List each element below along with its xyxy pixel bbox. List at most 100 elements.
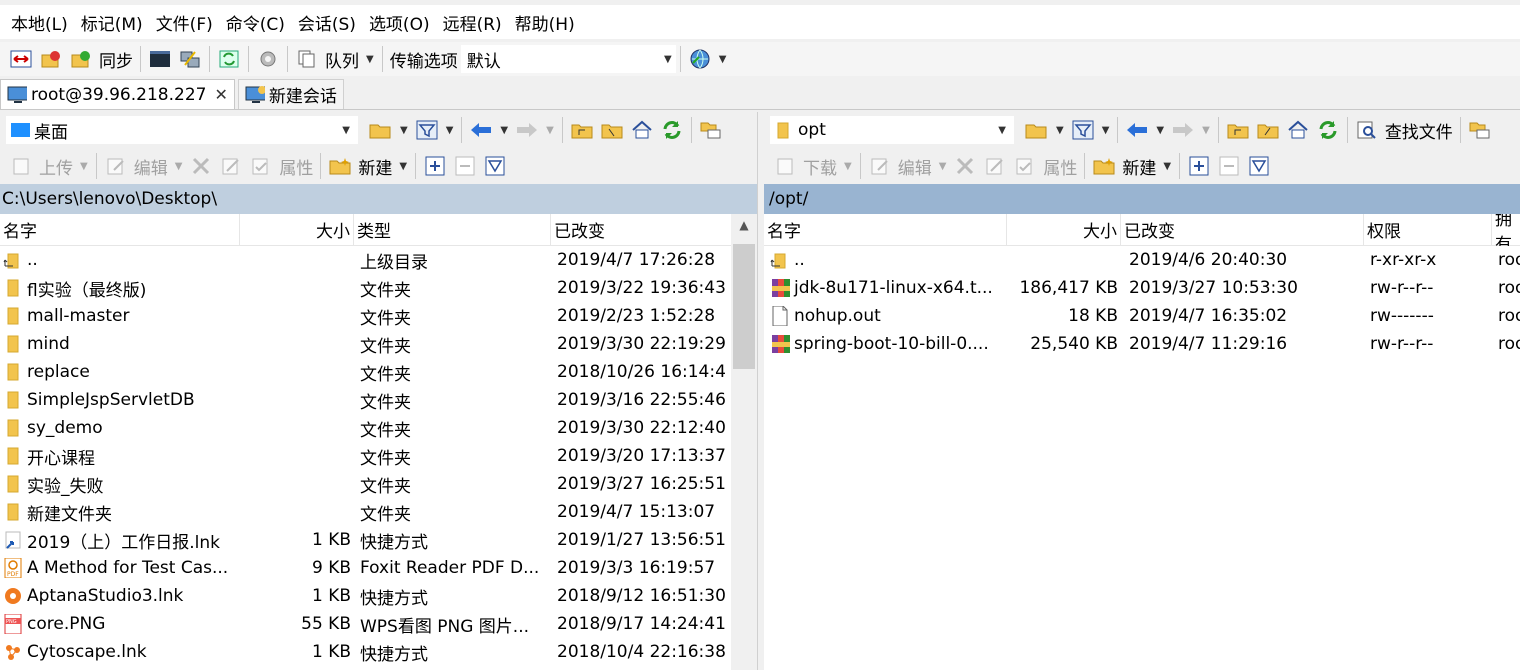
sync-button[interactable]: 同步 xyxy=(99,47,133,72)
tab-session[interactable]: root@39.96.218.227 ✕ xyxy=(0,79,235,109)
chevron-down-icon[interactable]: ▼ xyxy=(719,54,727,65)
menu-mark[interactable]: 标记(M) xyxy=(75,10,150,35)
forward-arrow-icon[interactable] xyxy=(514,118,540,142)
chevron-down-icon[interactable]: ▼ xyxy=(998,125,1006,136)
properties-icon[interactable] xyxy=(1012,154,1038,178)
parent-directory-icon[interactable] xyxy=(1225,118,1251,142)
keep-remote-up-to-date-icon[interactable] xyxy=(216,47,242,71)
properties-button[interactable]: 属性 xyxy=(1043,154,1077,179)
chevron-down-icon[interactable]: ▼ xyxy=(1202,125,1210,136)
table-row[interactable]: .. 上级目录 2019/4/7 17:26:28 xyxy=(0,246,757,274)
properties-icon[interactable] xyxy=(248,154,274,178)
chevron-down-icon[interactable]: ▼ xyxy=(939,161,947,172)
menu-local[interactable]: 本地(L) xyxy=(5,10,75,35)
gear-icon[interactable] xyxy=(255,47,281,71)
menu-help[interactable]: 帮助(H) xyxy=(509,10,582,35)
table-row[interactable]: replace 文件夹 2018/10/26 16:14:4 xyxy=(0,358,757,386)
chevron-down-icon[interactable]: ▼ xyxy=(446,125,454,136)
synchronize-browsing-icon[interactable] xyxy=(38,47,64,71)
col-owner[interactable]: 拥有 xyxy=(1492,214,1520,246)
local-scrollbar[interactable]: ▲ xyxy=(731,214,757,670)
select-all-icon[interactable] xyxy=(1186,154,1212,178)
select-all-icon[interactable] xyxy=(422,154,448,178)
menu-file[interactable]: 文件(F) xyxy=(150,10,220,35)
edit-button[interactable]: 编辑 xyxy=(898,154,932,179)
table-row[interactable]: SimpleJspServletDB 文件夹 2019/3/16 22:55:46 xyxy=(0,386,757,414)
chevron-down-icon[interactable]: ▼ xyxy=(1056,125,1064,136)
parent-directory-icon[interactable] xyxy=(569,118,595,142)
root-directory-icon[interactable] xyxy=(599,118,625,142)
globe-sync-icon[interactable] xyxy=(687,47,713,71)
rename-icon[interactable] xyxy=(982,154,1008,178)
back-arrow-icon[interactable] xyxy=(468,118,494,142)
download-button[interactable]: 下载 xyxy=(803,154,837,179)
col-name[interactable]: 名字 xyxy=(764,214,1007,246)
compare-directories-icon[interactable] xyxy=(8,47,34,71)
home-icon[interactable] xyxy=(629,118,655,142)
col-size[interactable]: 大小 xyxy=(240,214,354,246)
chevron-down-icon[interactable]: ▼ xyxy=(1156,125,1164,136)
col-type[interactable]: 类型 xyxy=(354,214,551,246)
root-directory-icon[interactable] xyxy=(1255,118,1281,142)
chevron-down-icon[interactable]: ▼ xyxy=(80,161,88,172)
delete-icon[interactable] xyxy=(188,154,214,178)
remote-location-select[interactable]: opt ▼ xyxy=(770,116,1014,144)
table-row[interactable]: spring-boot-10-bill-0.... 25,540 KB 2019/4… xyxy=(764,330,1520,358)
back-arrow-icon[interactable] xyxy=(1124,118,1150,142)
table-row[interactable]: mind 文件夹 2019/3/30 22:19:29 xyxy=(0,330,757,358)
edit-icon[interactable] xyxy=(867,154,893,178)
edit-icon[interactable] xyxy=(103,154,129,178)
new-button[interactable]: 新建 xyxy=(1122,154,1156,179)
menu-options[interactable]: 选项(O) xyxy=(363,10,437,35)
find-files-button[interactable]: 查找文件 xyxy=(1385,118,1453,143)
rename-icon[interactable] xyxy=(218,154,244,178)
col-changed[interactable]: 已改变 xyxy=(1121,214,1364,246)
table-row[interactable]: 实验_失败 文件夹 2019/3/27 16:25:51 xyxy=(0,470,757,498)
chevron-down-icon[interactable]: ▼ xyxy=(546,125,554,136)
filter-selection-icon[interactable] xyxy=(482,154,508,178)
chevron-down-icon[interactable]: ▼ xyxy=(844,161,852,172)
unselect-all-icon[interactable] xyxy=(452,154,478,178)
menu-session[interactable]: 会话(S) xyxy=(292,10,363,35)
table-row[interactable]: fl实验（最终版) 文件夹 2019/3/22 19:36:43 xyxy=(0,274,757,302)
open-folder-icon[interactable] xyxy=(1024,118,1050,142)
col-changed[interactable]: 已改变 xyxy=(551,214,731,246)
menu-remote[interactable]: 远程(R) xyxy=(437,10,509,35)
synchronize-icon[interactable] xyxy=(68,47,94,71)
table-row[interactable]: 新建文件夹 文件夹 2019/4/7 15:13:07 xyxy=(0,498,757,526)
table-row[interactable]: 2019（上）工作日报.lnk 1 KB 快捷方式 2019/1/27 13:56:5… xyxy=(0,526,757,554)
bookmarks-icon[interactable] xyxy=(1467,118,1493,142)
refresh-icon[interactable] xyxy=(1315,118,1341,142)
tab-new-session[interactable]: 新建会话 xyxy=(237,79,344,109)
col-name[interactable]: 名字 xyxy=(0,214,240,246)
col-size[interactable]: 大小 xyxy=(1007,214,1121,246)
chevron-down-icon[interactable]: ▼ xyxy=(500,125,508,136)
table-row[interactable]: Cytoscape.lnk 1 KB 快捷方式 2018/10/4 22:16:38 xyxy=(0,638,757,666)
local-location-select[interactable]: 桌面 ▼ xyxy=(6,116,358,144)
chevron-down-icon[interactable]: ▼ xyxy=(1102,125,1110,136)
forward-arrow-icon[interactable] xyxy=(1170,118,1196,142)
filter-icon[interactable] xyxy=(1070,118,1096,142)
delete-icon[interactable] xyxy=(952,154,978,178)
table-row[interactable]: sy_demo 文件夹 2019/3/30 22:12:40 xyxy=(0,414,757,442)
table-row[interactable]: .. 2019/4/6 20:40:30 r-xr-xr-x root xyxy=(764,246,1520,274)
chevron-down-icon[interactable]: ▼ xyxy=(175,161,183,172)
open-folder-icon[interactable] xyxy=(368,118,394,142)
queue-icon[interactable] xyxy=(294,47,320,71)
queue-button[interactable]: 队列 xyxy=(325,47,359,72)
chevron-down-icon[interactable]: ▼ xyxy=(366,54,374,65)
table-row[interactable]: 开心课程 文件夹 2019/3/20 17:13:37 xyxy=(0,442,757,470)
chevron-down-icon[interactable]: ▼ xyxy=(1163,161,1171,172)
scroll-thumb[interactable] xyxy=(733,244,755,369)
filter-icon[interactable] xyxy=(414,118,440,142)
download-icon[interactable] xyxy=(772,154,798,178)
new-button[interactable]: 新建 xyxy=(358,154,392,179)
new-folder-icon[interactable] xyxy=(327,154,353,178)
table-row[interactable]: AptanaStudio3.lnk 1 KB 快捷方式 2018/9/12 16:51… xyxy=(0,582,757,610)
chevron-down-icon[interactable]: ▼ xyxy=(400,125,408,136)
table-row[interactable]: jdk-8u171-linux-x64.t... 186,417 KB 2019/3… xyxy=(764,274,1520,302)
refresh-icon[interactable] xyxy=(659,118,685,142)
chevron-down-icon[interactable]: ▼ xyxy=(342,125,350,136)
col-permissions[interactable]: 权限 xyxy=(1364,214,1492,246)
menu-commands[interactable]: 命令(C) xyxy=(220,10,292,35)
